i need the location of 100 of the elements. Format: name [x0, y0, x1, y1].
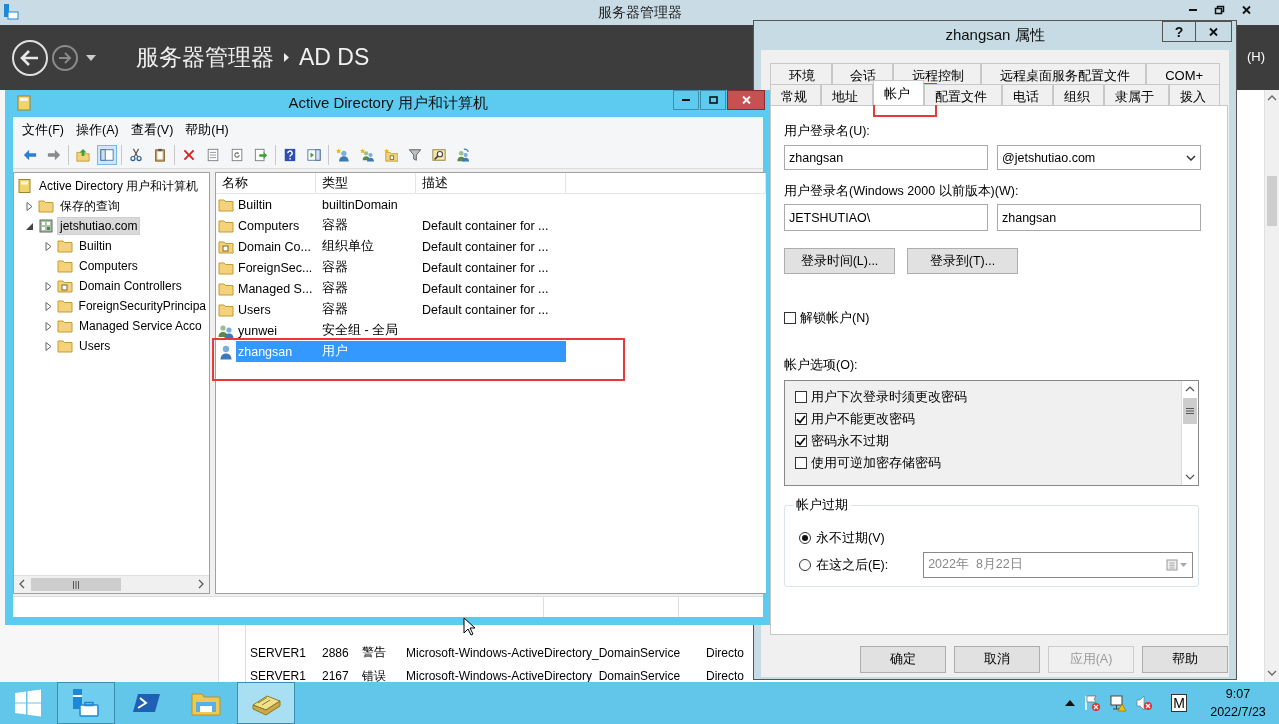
folder-icon	[57, 338, 73, 354]
checkbox[interactable]	[795, 435, 807, 447]
input-field[interactable]: zhangsan	[997, 204, 1201, 231]
dialog-button[interactable]: 帮助	[1142, 646, 1228, 673]
scrollbar-thumb[interactable]	[31, 578, 121, 591]
close-button[interactable]	[1196, 21, 1232, 42]
close-button[interactable]	[727, 90, 765, 110]
push-button[interactable]: 登录到(T)...	[907, 248, 1018, 274]
tab[interactable]: 帐户	[872, 80, 925, 105]
minimize-button[interactable]	[673, 90, 699, 110]
grip-icon	[72, 580, 80, 589]
push-button[interactable]: 登录时间(L)...	[784, 248, 895, 274]
folder-icon	[56, 298, 73, 314]
tab[interactable]: 地址	[821, 84, 873, 105]
list-item[interactable]: yunwei	[236, 320, 316, 341]
tree-item[interactable]: 保存的查询	[57, 195, 123, 217]
list-item[interactable]: Computers	[236, 215, 316, 236]
dialog-button[interactable]: 确定	[860, 646, 946, 673]
scrollbar-thumb[interactable]	[1183, 398, 1197, 424]
checkbox-label: 用户不能更改密码	[811, 411, 915, 427]
menu-item[interactable]: 文件(F)	[17, 119, 71, 139]
calendar-icon	[1166, 558, 1189, 571]
tree-item[interactable]: Builtin	[76, 237, 115, 255]
speaker-icon[interactable]	[1135, 694, 1153, 712]
tab[interactable]: 拨入	[1168, 84, 1220, 105]
table-cell-text: 容器	[321, 217, 349, 234]
expander-icon[interactable]	[24, 221, 34, 231]
expander-icon[interactable]	[24, 201, 34, 211]
radio-button[interactable]	[799, 531, 811, 544]
tab[interactable]: 环境	[770, 63, 832, 84]
scrollbar-thumb[interactable]	[1267, 176, 1277, 226]
tree-item[interactable]: Domain Controllers	[76, 277, 185, 295]
tab[interactable]: COM+	[1146, 63, 1220, 84]
domain-dropdown[interactable]: @jetshutiao.com	[997, 145, 1201, 170]
expander-icon[interactable]	[43, 301, 53, 311]
expander-icon[interactable]	[43, 281, 53, 291]
checkbox-label: 用户下次登录时须更改密码	[811, 389, 967, 405]
dialog-title: zhangsan 属性	[945, 25, 1045, 45]
menu-item[interactable]: 操作(A)	[70, 119, 126, 139]
checkbox[interactable]	[795, 391, 807, 403]
folder-icon	[38, 198, 54, 214]
list-item[interactable]: Builtin	[236, 194, 316, 215]
check-icon	[796, 436, 806, 446]
breadcrumb-item[interactable]: AD DS	[299, 44, 370, 71]
table-cell-text: 警告	[362, 644, 387, 662]
checkbox-label: 密码永不过期	[811, 433, 889, 449]
list-item[interactable]: Domain Co...	[236, 236, 316, 257]
table-cell-text: 错误	[362, 667, 387, 682]
tab[interactable]: 隶属于	[1104, 84, 1169, 105]
forward-button[interactable]	[52, 44, 78, 71]
show-hidden-icons-button[interactable]	[1065, 700, 1075, 706]
taskbar-button[interactable]	[237, 682, 295, 724]
maximize-button[interactable]	[700, 90, 726, 110]
column-header[interactable]: 类型	[316, 173, 416, 194]
tab[interactable]: 组织	[1052, 84, 1105, 105]
input-field[interactable]: zhangsan	[784, 145, 988, 170]
input-field[interactable]: JETSHUTIAO\	[784, 204, 988, 231]
menu-item[interactable]: 帮助(H)	[180, 119, 236, 139]
table-cell-text: Microsoft-Windows-ActiveDirectory_DomainService	[406, 645, 682, 660]
tree-item[interactable]: Users	[76, 337, 114, 355]
close-icon	[740, 95, 752, 105]
tab[interactable]: 电话	[1001, 84, 1053, 105]
table-cell-text: Default container for ...	[421, 259, 550, 277]
expander-icon[interactable]	[43, 321, 53, 331]
expander-icon[interactable]	[43, 241, 53, 251]
help-button[interactable]: ?	[1162, 21, 1196, 42]
menu-item[interactable]: 查看(V)	[125, 119, 181, 139]
tab[interactable]: 常规	[770, 84, 822, 105]
clock[interactable]: 9:07 2022/7/23	[1205, 685, 1271, 721]
taskbar-button[interactable]	[57, 682, 115, 724]
tree-item[interactable]: Computers	[76, 257, 141, 275]
list-item[interactable]: ForeignSec...	[236, 257, 316, 278]
flag-icon[interactable]	[1083, 694, 1101, 712]
checkbox[interactable]	[784, 312, 796, 324]
column-header[interactable]: 描述	[416, 173, 566, 194]
menu-item[interactable]: (H)	[1246, 49, 1265, 64]
breadcrumb-item[interactable]: 服务器管理器	[136, 42, 274, 73]
table-cell-text: Default container for ...	[421, 301, 550, 319]
tree-pane-icon[interactable]	[97, 144, 117, 165]
list-item[interactable]: Managed S...	[236, 278, 316, 299]
tree-item[interactable]: Active Directory 用户和计算机	[36, 175, 202, 197]
tree-item[interactable]: jetshutiao.com	[57, 217, 141, 235]
user-icon	[218, 343, 234, 360]
window-title: 服务器管理器	[597, 3, 682, 22]
checkbox[interactable]	[795, 413, 807, 425]
tree-item[interactable]: ForeignSecurityPrincipa	[75, 297, 209, 315]
checkbox[interactable]	[795, 457, 807, 469]
dropdown-caret-icon[interactable]	[86, 54, 96, 61]
tab[interactable]: 会话	[831, 63, 894, 84]
input-indicator[interactable]: M	[1171, 694, 1187, 712]
expander-icon[interactable]	[43, 341, 53, 351]
dialog-button[interactable]: 取消	[954, 646, 1040, 673]
list-item[interactable]: Users	[236, 299, 316, 320]
network-icon[interactable]	[1109, 694, 1127, 712]
back-button[interactable]	[12, 39, 48, 76]
column-header[interactable]: 名称	[216, 173, 316, 194]
tree-item[interactable]: Managed Service Acco	[76, 317, 205, 335]
tab[interactable]: 配置文件	[924, 84, 1002, 105]
tab[interactable]: 远程桌面服务配置文件	[980, 63, 1147, 84]
radio-button[interactable]	[799, 558, 811, 571]
